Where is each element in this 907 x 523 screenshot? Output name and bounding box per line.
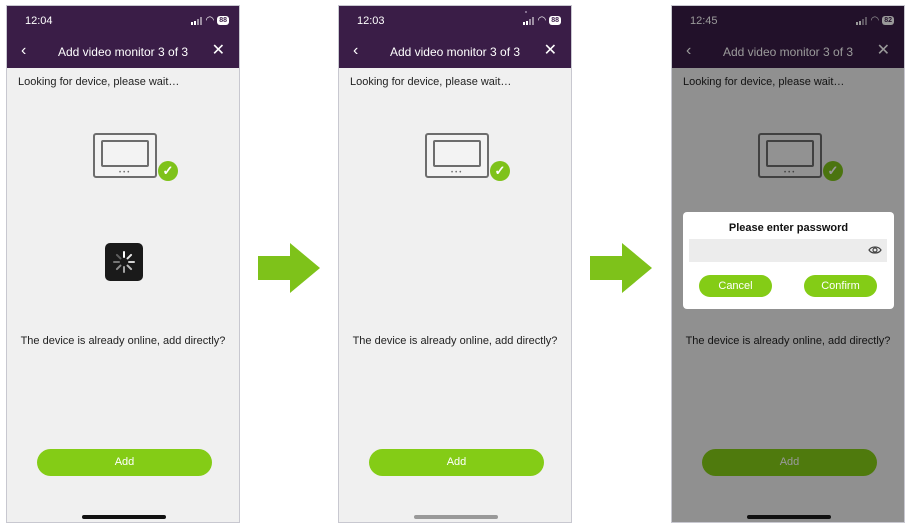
page-title: Add video monitor 3 of 3 <box>57 45 189 59</box>
loading-spinner-icon <box>105 243 143 281</box>
status-bar: 12:04 ◠ 88 <box>7 6 239 36</box>
wifi-icon: ◠ <box>537 14 547 26</box>
wifi-icon: ◠ <box>205 14 215 26</box>
add-button[interactable]: Add <box>37 449 212 476</box>
close-icon[interactable]: ✕ <box>544 42 557 60</box>
video-monitor-icon: ••• <box>425 133 489 178</box>
battery-icon: 88 <box>217 16 229 25</box>
main-content: Looking for device, please wait… ••• ✓ T… <box>7 68 239 522</box>
status-time: 12:03 <box>357 15 385 27</box>
system-indicators: ◠ 88 <box>523 14 561 26</box>
cancel-button[interactable]: Cancel <box>699 275 772 297</box>
looking-text: Looking for device, please wait… <box>18 76 180 88</box>
home-indicator <box>747 515 831 519</box>
signal-icon <box>191 16 203 25</box>
home-indicator <box>82 515 166 519</box>
confirm-button[interactable]: Confirm <box>804 275 877 297</box>
phone-screen-1: 12:04 ◠ 88 ‹ Add video monitor 3 of 3 ✕ … <box>6 5 240 523</box>
main-content: Looking for device, please wait… ••• ✓ T… <box>339 68 571 522</box>
battery-icon: 88 <box>549 16 561 25</box>
status-bar: 12:03 ◠ 88 <box>339 6 571 36</box>
system-indicators: ◠ 88 <box>191 14 229 26</box>
app-header: ‹ Add video monitor 3 of 3 ✕ <box>7 36 239 68</box>
arrow-right-icon <box>258 243 320 293</box>
arrow-right-icon <box>590 243 652 293</box>
home-indicator <box>414 515 498 519</box>
eye-icon[interactable] <box>868 243 882 257</box>
phone-screen-2: 12:03 ◠ 88 ‹ Add video monitor 3 of 3 ✕ … <box>338 5 572 523</box>
dialog-title: Please enter password <box>728 222 849 234</box>
app-header: ‹ Add video monitor 3 of 3 ✕ <box>339 36 571 68</box>
looking-text: Looking for device, please wait… <box>350 76 512 88</box>
signal-icon <box>523 16 535 25</box>
page-title: Add video monitor 3 of 3 <box>389 45 521 59</box>
status-dot <box>525 11 527 13</box>
video-monitor-icon: ••• <box>93 133 157 178</box>
phone-screen-3: 12:45 ◠ 82 ‹ Add video monitor 3 of 3 ✕ … <box>671 5 905 523</box>
check-icon: ✓ <box>158 161 178 181</box>
password-input[interactable] <box>689 239 887 262</box>
online-question: The device is already online, add direct… <box>20 335 226 347</box>
password-dialog: Please enter password Cancel Confirm <box>683 212 894 309</box>
status-time: 12:04 <box>25 15 53 27</box>
check-icon: ✓ <box>490 161 510 181</box>
add-button[interactable]: Add <box>369 449 544 476</box>
online-question: The device is already online, add direct… <box>352 335 558 347</box>
close-icon[interactable]: ✕ <box>212 42 225 60</box>
